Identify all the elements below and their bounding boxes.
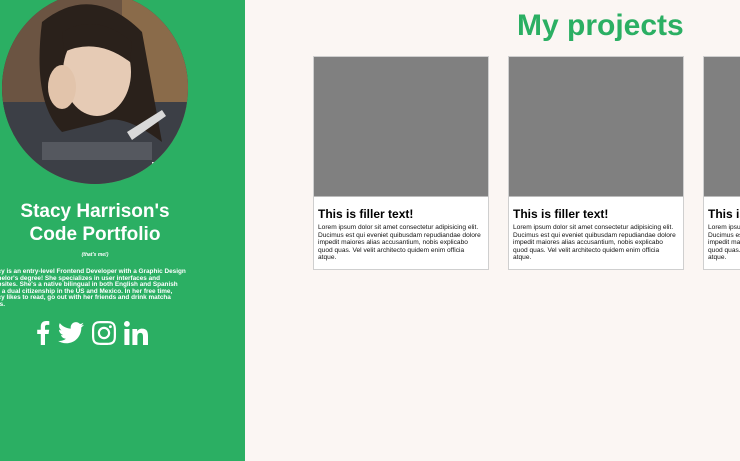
project-title: This is filler text! xyxy=(318,207,414,221)
instagram-link[interactable] xyxy=(92,321,116,345)
profile-photo xyxy=(2,0,188,184)
avatar xyxy=(2,0,188,184)
portfolio-name: Stacy Harrison's Code Portfolio xyxy=(20,201,170,245)
project-description: Lorem ipsum dolor sit amet consectetur a… xyxy=(513,224,676,262)
project-card[interactable]: This is filler text! Lorem ipsum dolor s… xyxy=(703,56,740,270)
social-links xyxy=(36,318,156,348)
project-card[interactable]: This is filler text! Lorem ipsum dolor s… xyxy=(508,56,684,270)
aside-note: (that's me!) xyxy=(81,252,109,258)
sidebar: Stacy Harrison's Code Portfolio (that's … xyxy=(0,0,245,461)
instagram-icon xyxy=(92,321,116,345)
main-content: My projects This is filler text! Lorem i… xyxy=(245,0,740,461)
project-thumbnail xyxy=(314,57,488,197)
linkedin-icon xyxy=(124,321,148,345)
facebook-icon xyxy=(37,321,50,345)
project-description: Lorem ipsum dolor sit amet consectetur a… xyxy=(708,224,740,262)
twitter-link[interactable] xyxy=(58,322,84,344)
twitter-icon xyxy=(58,322,84,344)
project-thumbnail xyxy=(704,57,740,197)
project-thumbnail xyxy=(509,57,683,197)
page-title: My projects xyxy=(517,9,684,42)
linkedin-link[interactable] xyxy=(124,321,148,345)
project-description: Lorem ipsum dolor sit amet consectetur a… xyxy=(318,224,481,262)
facebook-link[interactable] xyxy=(36,321,50,345)
project-card[interactable]: This is filler text! Lorem ipsum dolor s… xyxy=(313,56,489,270)
project-title: This is filler text! xyxy=(513,207,609,221)
bio-text: acy is an entry-level Frontend Developer… xyxy=(0,268,186,308)
project-title: This is filler text! xyxy=(708,207,740,221)
